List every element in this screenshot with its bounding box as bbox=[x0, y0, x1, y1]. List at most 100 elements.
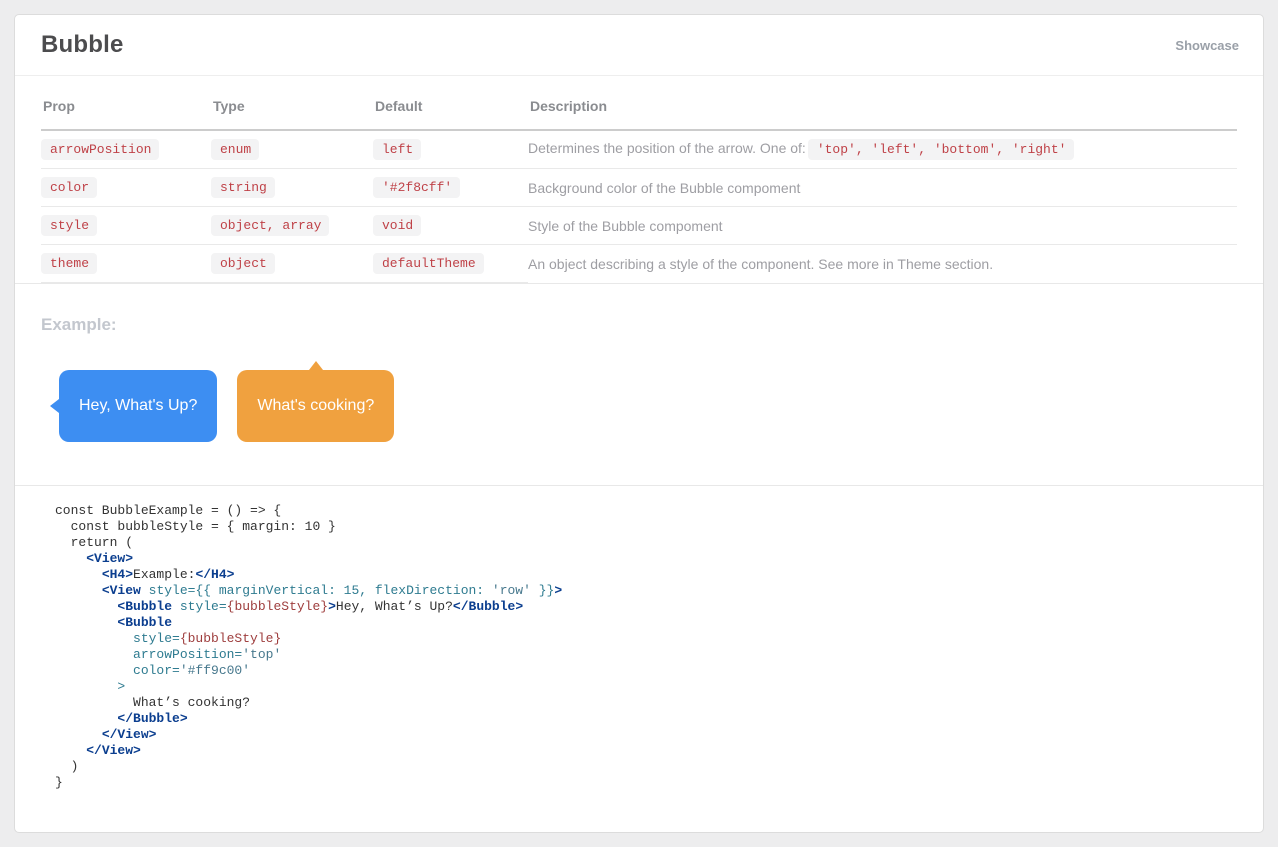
code-token: <Bubble bbox=[117, 615, 173, 630]
code-section: const BubbleExample = () => { const bubb… bbox=[15, 486, 1263, 811]
example-heading: Example: bbox=[41, 315, 117, 334]
code-token: </Bubble> bbox=[117, 711, 188, 726]
type-badge: object bbox=[211, 253, 275, 274]
props-table-section: Prop Type Default Description arrowPosit… bbox=[15, 76, 1263, 284]
code-token: ) bbox=[55, 759, 79, 774]
code-token: const bubbleStyle = { margin: 10 } bbox=[55, 519, 336, 534]
code-line: <View> bbox=[55, 551, 1237, 567]
cell-default: void bbox=[373, 206, 528, 245]
type-badge: string bbox=[211, 177, 275, 198]
column-header-type: Type bbox=[211, 76, 373, 131]
cell-description: Style of the Bubble compoment bbox=[528, 206, 1237, 245]
table-row: arrowPosition enum left Determines the posi… bbox=[41, 130, 1237, 169]
description-code-badge: 'top', 'left', 'bottom', 'right' bbox=[807, 139, 1075, 160]
props-table: Prop Type Default Description arrowPosit… bbox=[41, 76, 1237, 283]
default-badge: defaultTheme bbox=[373, 253, 484, 274]
component-card: Bubble Showcase Prop Type Default Descri… bbox=[14, 14, 1264, 833]
cell-type: enum bbox=[211, 130, 373, 169]
cell-default: defaultTheme bbox=[373, 244, 528, 283]
code-token: style= bbox=[179, 599, 227, 614]
description-text: Style of the Bubble compoment bbox=[528, 217, 723, 234]
default-badge: left bbox=[373, 139, 422, 160]
code-token: What’s cooking? bbox=[55, 695, 251, 710]
code-token: <View bbox=[101, 583, 141, 598]
code-line: </Bubble> bbox=[55, 711, 1237, 727]
cell-type: string bbox=[211, 168, 373, 207]
code-token: > bbox=[328, 599, 336, 614]
bubble-orange-text: What's cooking? bbox=[257, 397, 375, 414]
code-token: <View> bbox=[86, 551, 134, 566]
code-token: {bubbleStyle} bbox=[179, 631, 282, 646]
prop-badge: style bbox=[41, 215, 98, 236]
bubble-left-arrow-icon bbox=[50, 399, 59, 413]
props-table-head: Prop Type Default Description bbox=[41, 76, 1237, 131]
cell-description: Determines the position of the arrow. On… bbox=[528, 130, 1237, 169]
code-token: '#ff9c00' bbox=[179, 663, 251, 678]
type-badge: object, array bbox=[211, 215, 330, 236]
code-line: color='#ff9c00' bbox=[55, 663, 1237, 679]
props-table-header-row: Prop Type Default Description bbox=[41, 76, 1237, 131]
code-line: } bbox=[55, 775, 1237, 791]
code-token: </View> bbox=[86, 743, 141, 758]
example-section: Example: Hey, What's Up? What's cooking? bbox=[15, 284, 1263, 486]
description-text: An object describing a style of the comp… bbox=[528, 255, 994, 272]
cell-default: '#2f8cff' bbox=[373, 168, 528, 207]
bubble-blue: Hey, What's Up? bbox=[50, 370, 218, 442]
cell-prop: color bbox=[41, 168, 211, 207]
code-token: <H4> bbox=[101, 567, 134, 582]
code-line: <H4>Example:</H4> bbox=[55, 567, 1237, 583]
column-header-description: Description bbox=[528, 76, 1237, 131]
description-text: Background color of the Bubble compoment bbox=[528, 179, 801, 196]
table-row: theme object defaultTheme An object describ… bbox=[41, 244, 1237, 283]
code-token: </View> bbox=[101, 727, 157, 742]
code-token: > bbox=[554, 583, 563, 598]
bubble-top-arrow-icon bbox=[308, 361, 323, 370]
code-token: </H4> bbox=[195, 567, 235, 582]
code-line: > bbox=[55, 679, 1237, 695]
cell-prop: theme bbox=[41, 244, 211, 283]
cell-prop: arrowPosition bbox=[41, 130, 211, 169]
default-badge: void bbox=[373, 215, 422, 236]
styleguide-page: { "header": { "title": "Bubble", "link_l… bbox=[0, 0, 1278, 847]
code-token: }} bbox=[530, 583, 555, 598]
code-token: const BubbleExample = () => { bbox=[55, 503, 282, 518]
code-token: > bbox=[117, 679, 126, 694]
code-line: <Bubble style={bubbleStyle}>Hey, What’s … bbox=[55, 599, 1237, 615]
cell-default: left bbox=[373, 130, 528, 169]
code-line: return ( bbox=[55, 535, 1237, 551]
prop-badge: color bbox=[41, 177, 98, 198]
description-text: Determines the position of the arrow. On… bbox=[528, 140, 806, 156]
code-token: return ( bbox=[55, 535, 134, 550]
showcase-link[interactable]: Showcase bbox=[1175, 38, 1239, 53]
column-header-default: Default bbox=[373, 76, 528, 131]
table-row: color string '#2f8cff' Background color of … bbox=[41, 168, 1237, 207]
code-token: style= bbox=[133, 631, 180, 646]
type-badge: enum bbox=[211, 139, 260, 160]
code-line: style={bubbleStyle} bbox=[55, 631, 1237, 647]
prop-badge: theme bbox=[41, 253, 98, 274]
cell-type: object, array bbox=[211, 206, 373, 245]
code-token: 'row' bbox=[491, 583, 531, 598]
code-token: {bubbleStyle} bbox=[226, 599, 329, 614]
cell-description: An object describing a style of the comp… bbox=[528, 245, 1237, 283]
code-token: {{ marginVertical: 15, flexDirection: bbox=[195, 583, 492, 598]
code-token: color= bbox=[133, 663, 180, 678]
code-token: } bbox=[55, 775, 63, 790]
code-token: arrowPosition= bbox=[133, 647, 243, 662]
code-line: What’s cooking? bbox=[55, 695, 1237, 711]
bubble-example-row: Hey, What's Up? What's cooking? bbox=[41, 361, 1237, 442]
code-token: Example: bbox=[133, 567, 196, 582]
code-token: Hey, What’s Up? bbox=[335, 599, 453, 614]
